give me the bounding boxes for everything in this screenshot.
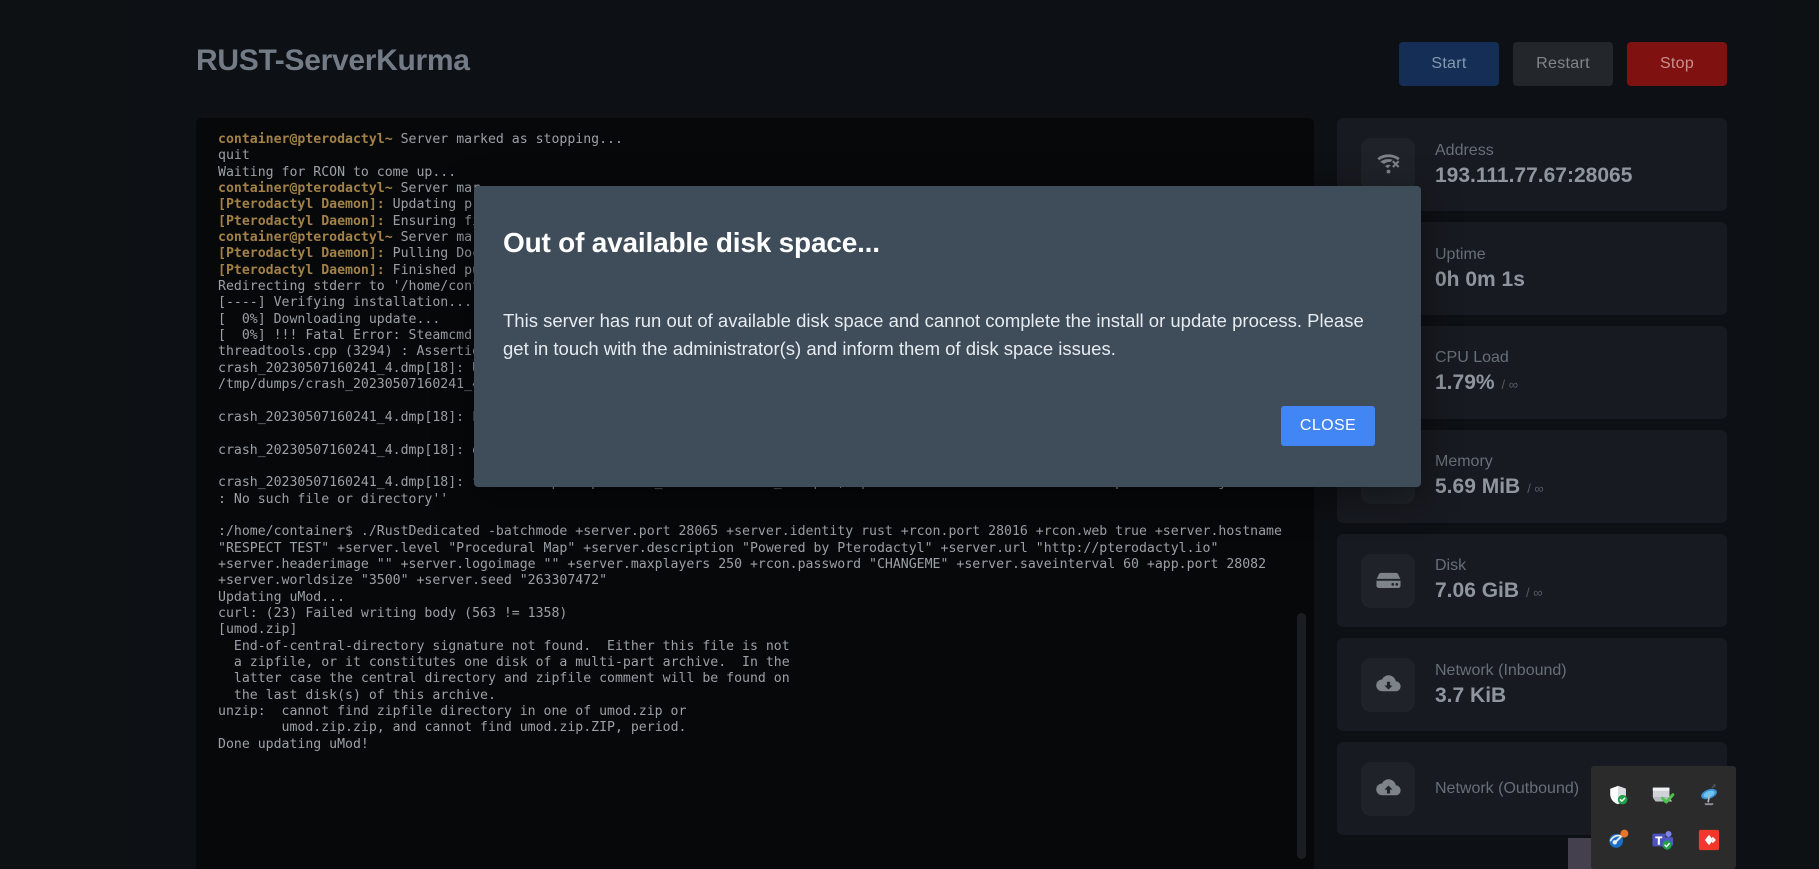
windows-update-checkmark-icon[interactable]: [1641, 772, 1687, 818]
out-of-disk-space-dialog: Out of available disk space... This serv…: [474, 186, 1421, 487]
close-button[interactable]: CLOSE: [1281, 406, 1375, 446]
network-alert-icon[interactable]: [1595, 818, 1641, 864]
system-tray-overflow-popup[interactable]: [1591, 766, 1736, 869]
pterodactyl-server-console-page: RUST-ServerKurma Start Restart Stop cont…: [0, 0, 1819, 869]
modal-overlay[interactable]: Out of available disk space... This serv…: [0, 0, 1819, 869]
dialog-title: Out of available disk space...: [503, 227, 880, 258]
red-diamond-app-icon[interactable]: [1686, 818, 1732, 864]
windows-security-shield-icon[interactable]: [1595, 772, 1641, 818]
dialog-message: This server has run out of available dis…: [503, 310, 1364, 359]
satellite-dish-icon[interactable]: [1686, 772, 1732, 818]
microsoft-teams-icon[interactable]: [1641, 818, 1687, 864]
